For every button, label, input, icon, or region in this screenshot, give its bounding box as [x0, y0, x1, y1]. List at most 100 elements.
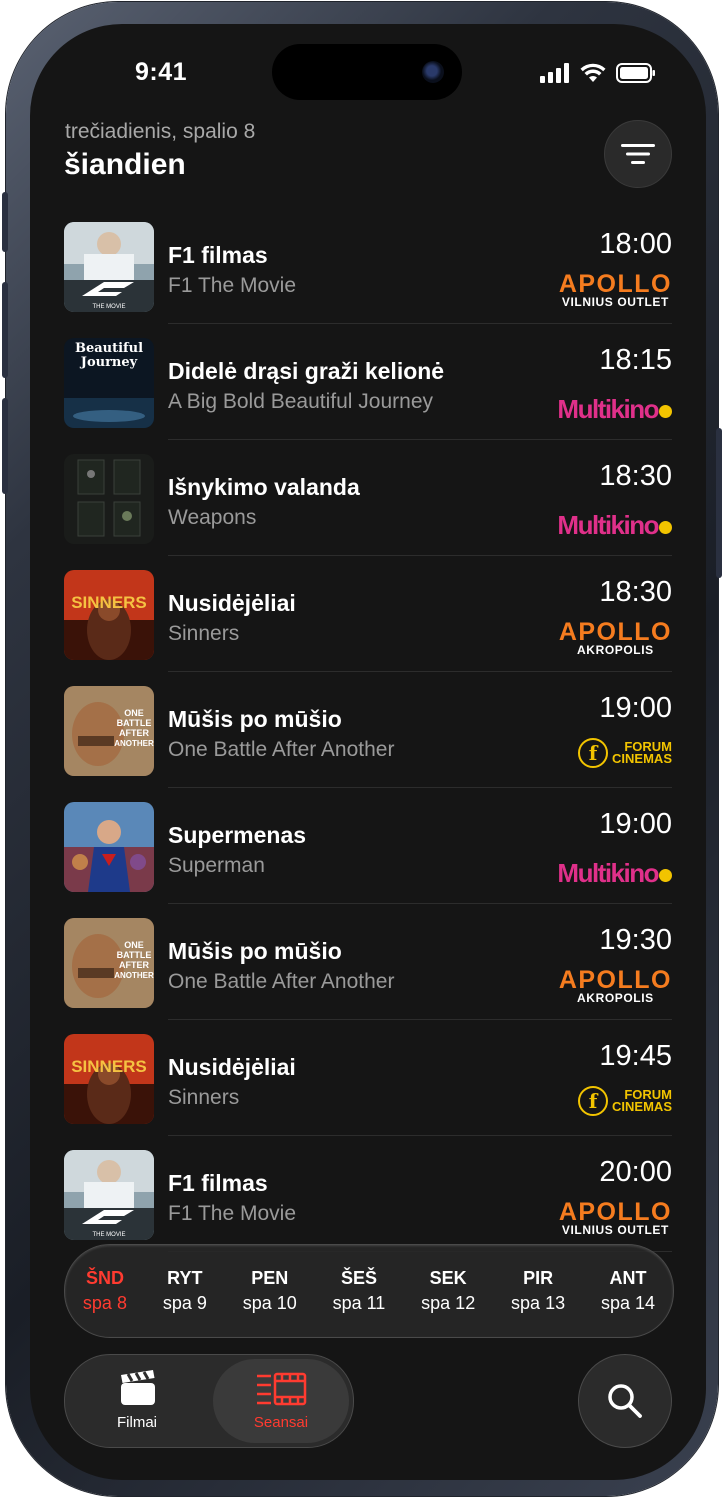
showtime: 19:00 [599, 808, 672, 840]
tab-label-filmai: Filmai [117, 1414, 157, 1431]
apollo-logo-text: APOLLO [558, 618, 672, 646]
screen: 9:41 trečiadienis, spalio 8 šiandien THE… [30, 24, 706, 1480]
tab-bar: Filmai Seansai [64, 1354, 354, 1448]
screening-row[interactable]: Supermenas Superman 19:00 Multikino [64, 788, 672, 904]
movie-title: Mūšis po mūšio [168, 938, 342, 964]
action-button [2, 192, 8, 252]
multikino-logo: Multikino [557, 510, 672, 540]
svg-text:THE MOVIE: THE MOVIE [92, 1232, 125, 1238]
screening-row[interactable]: SINNERS Nusidėjėliai Sinners 18:30 APOLL… [64, 556, 672, 672]
cinema-logo: f FORUM CINEMAS [578, 1084, 672, 1116]
forum-logo: f FORUM CINEMAS [578, 1086, 672, 1116]
movie-title: Nusidėjėliai [168, 1054, 296, 1080]
svg-text:Journey: Journey [80, 355, 138, 370]
movie-original-title: Weapons [168, 506, 257, 529]
screening-row[interactable]: THE MOVIE F1 filmas F1 The Movie 18:00 A… [64, 208, 672, 324]
multikino-logo: Multikino [557, 858, 672, 888]
date-chip-day: PIR [523, 1268, 554, 1288]
screening-row[interactable]: ONE BATTLE AFTER ANOTHER Mūšis po mūšio One… [64, 672, 672, 788]
movie-poster [64, 454, 154, 544]
cellular-signal-icon [540, 63, 569, 83]
date-chip[interactable]: SEK spa 12 [421, 1268, 475, 1314]
movie-original-title: One Battle After Another [168, 738, 395, 761]
svg-text:AFTER: AFTER [119, 728, 149, 738]
movie-title: Didelė drąsi graži kelionė [168, 358, 445, 384]
star-icon [659, 520, 672, 534]
status-time: 9:41 [135, 58, 188, 86]
screening-row[interactable]: Beautiful Journey Didelė drąsi graži keli… [64, 324, 672, 440]
date-chip[interactable]: ŠEŠ spa 11 [333, 1268, 386, 1314]
svg-text:SINNERS: SINNERS [71, 593, 147, 612]
camera-icon [422, 61, 444, 83]
date-chip[interactable]: ŠND spa 8 [83, 1268, 127, 1314]
star-icon [659, 868, 672, 882]
date-chip-date: spa 8 [82, 1293, 127, 1313]
date-chip-date: spa 12 [421, 1293, 476, 1313]
apollo-logo-sub: VILNIUS OUTLET [561, 1223, 669, 1237]
movie-title: Nusidėjėliai [168, 590, 296, 616]
date-chip-day: RYT [167, 1268, 203, 1288]
filter-button[interactable] [604, 120, 672, 188]
status-icons [540, 63, 656, 83]
tab-label-seansai: Seansai [253, 1414, 309, 1431]
cinema-logo: APOLLO VILNIUS OUTLET [559, 1200, 672, 1237]
date-selector: ŠND spa 8 RYT spa 9 PEN spa 10 ŠEŠ spa 11 SEK spa… [64, 1244, 674, 1338]
movie-title: Supermenas [168, 822, 307, 848]
svg-text:BATTLE: BATTLE [117, 950, 152, 960]
volume-down-button [2, 398, 8, 494]
movie-poster: Beautiful Journey [64, 338, 154, 428]
movie-poster: ONE BATTLE AFTER ANOTHER [64, 918, 154, 1008]
date-chip-date: spa 10 [242, 1293, 297, 1313]
multikino-logo: Multikino [557, 394, 672, 424]
movie-original-title: F1 The Movie [168, 274, 296, 297]
dynamic-island [272, 44, 462, 100]
movie-poster: THE MOVIE [64, 222, 154, 312]
date-chip[interactable]: ANT spa 14 [601, 1268, 655, 1314]
apollo-logo-text: APOLLO [558, 966, 672, 994]
showtime: 19:45 [599, 1040, 672, 1072]
svg-text:THE MOVIE: THE MOVIE [92, 304, 125, 310]
screening-row[interactable]: ONE BATTLE AFTER ANOTHER Mūšis po mūšio One… [64, 904, 672, 1020]
svg-text:ONE: ONE [124, 940, 144, 950]
movie-title: Mūšis po mūšio [168, 706, 342, 732]
cinema-logo: f FORUM CINEMAS [578, 736, 672, 768]
tab-filmai[interactable]: Filmai [65, 1355, 209, 1447]
date-chip-day: PEN [251, 1268, 289, 1288]
cinema-logo: Multikino [557, 852, 672, 888]
movie-poster [64, 802, 154, 892]
filter-icon [621, 144, 655, 164]
forum-logo: f FORUM CINEMAS [578, 738, 672, 768]
cinema-logo: APOLLO AKROPOLIS [558, 618, 672, 657]
tab-seansai[interactable]: Seansai [209, 1355, 353, 1447]
movie-title: F1 filmas [168, 242, 268, 268]
clapperboard-icon [121, 1370, 155, 1405]
film-schedule-icon [257, 1372, 307, 1406]
svg-text:ANOTHER: ANOTHER [114, 971, 154, 980]
star-icon [659, 404, 672, 418]
date-chip[interactable]: RYT spa 9 [163, 1268, 207, 1314]
screening-row[interactable]: SINNERS Nusidėjėliai Sinners 19:45 f FORU… [64, 1020, 672, 1136]
movie-title: F1 filmas [168, 1170, 268, 1196]
showtime: 19:30 [599, 924, 672, 956]
search-button[interactable] [578, 1354, 672, 1448]
page-title: šiandien [64, 148, 186, 181]
date-chip[interactable]: PIR spa 13 [511, 1268, 565, 1314]
screening-row[interactable]: THE MOVIE F1 filmas F1 The Movie 20:00 A… [64, 1136, 672, 1252]
cinema-logo: APOLLO AKROPOLIS [558, 966, 672, 1005]
date-chip-day: ŠND [85, 1268, 124, 1288]
battery-icon [616, 63, 655, 83]
multikino-logo-text: Multikino [557, 858, 659, 888]
forum-logo-sub: CINEMAS [612, 1099, 672, 1114]
svg-text:Beautiful: Beautiful [75, 341, 143, 356]
movie-original-title: Sinners [168, 1086, 240, 1109]
svg-text:BATTLE: BATTLE [117, 718, 152, 728]
date-chip-date: spa 11 [332, 1293, 386, 1313]
svg-text:AFTER: AFTER [119, 960, 149, 970]
screening-row[interactable]: Išnykimo valanda Weapons 18:30 Multikino [64, 440, 672, 556]
date-chip[interactable]: PEN spa 10 [243, 1268, 297, 1314]
movie-original-title: A Big Bold Beautiful Journey [168, 390, 434, 413]
showtime: 18:30 [599, 576, 672, 608]
multikino-logo-text: Multikino [557, 510, 659, 540]
movie-title: Išnykimo valanda [168, 474, 360, 500]
phone-frame: 9:41 trečiadienis, spalio 8 šiandien THE… [2, 2, 722, 1496]
